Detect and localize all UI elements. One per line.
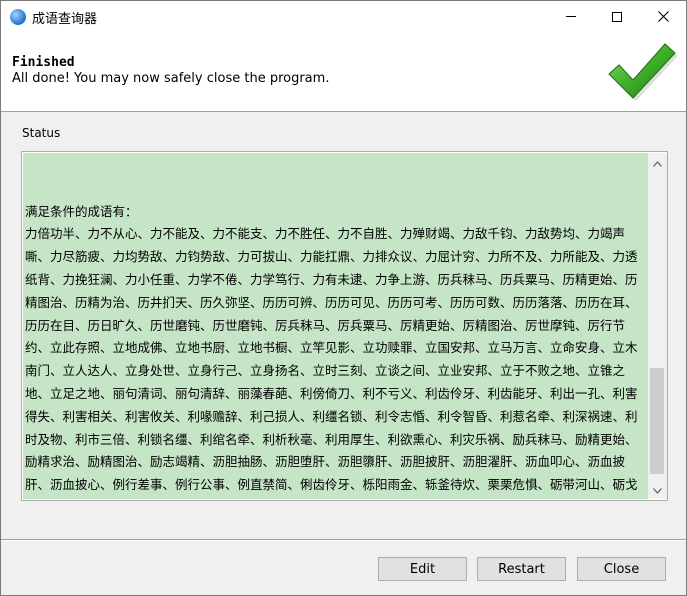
chevron-up-icon bbox=[653, 160, 662, 167]
status-line-heading: 满足条件的成语有： bbox=[25, 203, 138, 219]
title-bar: 成语查询器 bbox=[1, 1, 686, 32]
minimize-button[interactable] bbox=[548, 1, 594, 32]
maximize-icon bbox=[612, 11, 622, 22]
installer-window: 成语查询器 Finished All done! You may now saf… bbox=[0, 0, 687, 596]
green-checkmark-icon bbox=[608, 43, 677, 101]
header-panel: Finished All done! You may now safely cl… bbox=[1, 32, 686, 112]
header-subtitle: All done! You may now safely close the p… bbox=[12, 71, 330, 86]
edit-button[interactable]: Edit bbox=[378, 557, 467, 581]
status-label: Status bbox=[22, 126, 61, 140]
status-textbox[interactable]: 满足条件的成语有： 力倍功半、力不从心、力不能及、力不能支、力不胜任、力不自胜、力… bbox=[23, 153, 649, 499]
close-button[interactable]: Close bbox=[577, 557, 666, 581]
status-line-results: 力倍功半、力不从心、力不能及、力不能支、力不胜任、力不自胜、力殚财竭、力敌千钧、… bbox=[25, 226, 638, 493]
footer-divider-highlight bbox=[1, 540, 686, 541]
scroll-up-button[interactable] bbox=[648, 155, 667, 172]
app-globe-icon bbox=[10, 9, 26, 25]
scrollbar-thumb[interactable] bbox=[650, 368, 664, 474]
minimize-icon bbox=[566, 16, 576, 17]
close-window-button[interactable] bbox=[640, 1, 686, 32]
close-icon bbox=[657, 11, 669, 22]
status-scrollbar[interactable] bbox=[648, 153, 667, 499]
window-title: 成语查询器 bbox=[32, 12, 98, 27]
maximize-button[interactable] bbox=[594, 1, 640, 32]
restart-button[interactable]: Restart bbox=[477, 557, 566, 581]
chevron-down-icon bbox=[653, 487, 662, 494]
header-title: Finished bbox=[12, 55, 75, 70]
scroll-down-button[interactable] bbox=[648, 482, 667, 499]
